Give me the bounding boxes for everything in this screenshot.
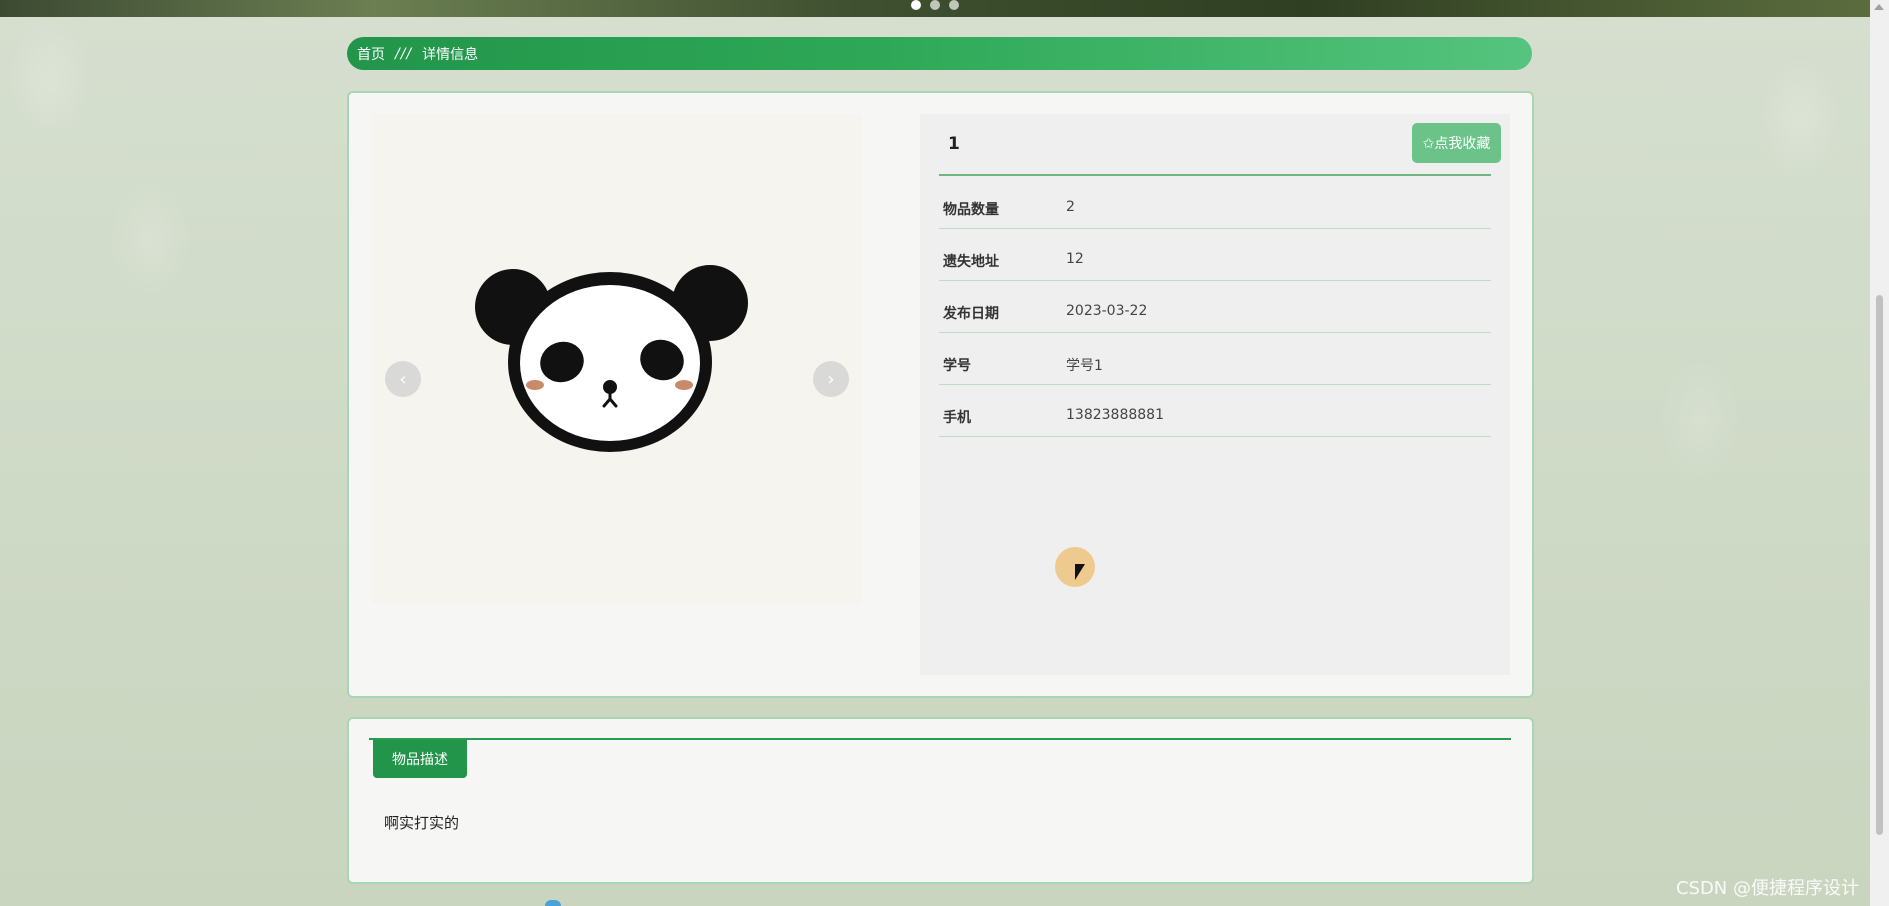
info-value: 12 bbox=[1066, 251, 1084, 267]
info-row-phone: 手机 13823888881 bbox=[939, 385, 1491, 437]
info-row-lost-address: 遗失地址 12 bbox=[939, 229, 1491, 281]
info-label: 遗失地址 bbox=[943, 254, 999, 270]
info-label: 物品数量 bbox=[943, 202, 999, 218]
info-value: 2023-03-22 bbox=[1066, 303, 1148, 319]
item-info-panel: 1 ✩点我收藏 物品数量 2 遗失地址 12 发布日期 2023-03-22 学… bbox=[920, 114, 1510, 675]
panda-image bbox=[475, 265, 748, 452]
banner-dot-3[interactable] bbox=[949, 0, 959, 10]
breadcrumb-separator: /// bbox=[395, 45, 413, 62]
description-tab-underline bbox=[369, 738, 1511, 740]
scroll-thumb[interactable] bbox=[1876, 295, 1883, 835]
info-row-quantity: 物品数量 2 bbox=[939, 177, 1491, 229]
item-title-row: 1 ✩点我收藏 bbox=[939, 114, 1501, 176]
carousel-next-button[interactable]: › bbox=[813, 361, 849, 397]
description-card: 物品描述 啊实打实的 bbox=[347, 717, 1534, 884]
item-title: 1 bbox=[948, 134, 960, 154]
mouse-cursor-icon bbox=[1075, 564, 1085, 580]
breadcrumb-home-link[interactable]: 首页 bbox=[357, 44, 385, 64]
chevron-right-icon: › bbox=[827, 368, 835, 390]
carousel-prev-button[interactable]: ‹ bbox=[385, 361, 421, 397]
item-image-carousel: ‹ › bbox=[372, 114, 862, 604]
info-label: 手机 bbox=[943, 410, 971, 426]
info-value: 13823888881 bbox=[1066, 407, 1164, 423]
watermark: CSDN @便捷程序设计 bbox=[1675, 878, 1859, 899]
favorite-button[interactable]: ✩点我收藏 bbox=[1412, 123, 1501, 163]
info-row-publish-date: 发布日期 2023-03-22 bbox=[939, 281, 1491, 333]
info-label: 发布日期 bbox=[943, 306, 999, 322]
description-text: 啊实打实的 bbox=[384, 814, 460, 832]
detail-card: ‹ › 1 ✩点我收藏 物品数量 2 遗失地址 12 发布日期 2023-03-… bbox=[347, 91, 1534, 698]
floating-widget[interactable] bbox=[545, 900, 561, 906]
info-label: 学号 bbox=[943, 358, 971, 374]
page-scrollbar[interactable] bbox=[1870, 0, 1889, 906]
banner-dot-2[interactable] bbox=[930, 0, 940, 10]
info-value: 2 bbox=[1066, 199, 1075, 215]
tab-item-description[interactable]: 物品描述 bbox=[373, 740, 467, 778]
info-value: 学号1 bbox=[1066, 358, 1103, 374]
top-banner-carousel bbox=[0, 0, 1870, 17]
banner-dot-1[interactable] bbox=[911, 0, 921, 10]
chevron-left-icon: ‹ bbox=[399, 368, 407, 390]
scroll-up-arrow-icon[interactable] bbox=[1874, 4, 1884, 10]
banner-dots bbox=[911, 0, 959, 10]
breadcrumb: 首页 /// 详情信息 bbox=[347, 37, 1532, 70]
breadcrumb-current: 详情信息 bbox=[422, 46, 479, 63]
info-row-student-id: 学号 学号1 bbox=[939, 333, 1491, 385]
